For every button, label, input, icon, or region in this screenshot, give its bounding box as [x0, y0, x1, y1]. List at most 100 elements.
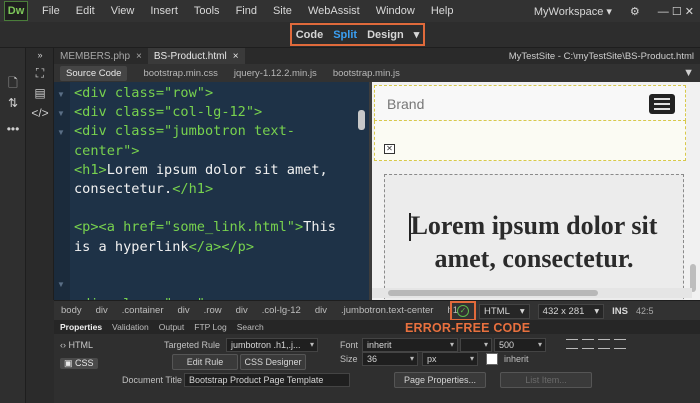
tag-crumb[interactable]: div: [171, 305, 197, 316]
tab-properties[interactable]: Properties: [60, 322, 102, 332]
window-size-select[interactable]: 432 x 281 ▾: [537, 303, 605, 319]
edit-rule-button[interactable]: Edit Rule: [172, 354, 238, 370]
hamburger-icon[interactable]: [649, 94, 675, 114]
code-line[interactable]: is a hyperlink</a></p>: [74, 238, 254, 257]
font-style-select[interactable]: [460, 338, 492, 352]
related-files-bar: Source Code bootstrap.min.css jquery-1.1…: [54, 64, 700, 82]
size-unit-select[interactable]: px: [422, 352, 478, 366]
list-item-button[interactable]: List Item...: [500, 372, 592, 388]
code-editor[interactable]: ▼ ▼ ▼ ▼ <div class="row"> <div class="col…: [54, 82, 369, 300]
navbar-preview[interactable]: Brand: [374, 85, 686, 121]
design-view[interactable]: Brand ✕ Lorem ipsum dolor sit amet, cons…: [372, 82, 700, 300]
menu-webassist[interactable]: WebAssist: [300, 5, 368, 17]
split-view-button[interactable]: Split: [333, 29, 357, 41]
close-icon[interactable]: ✕: [384, 144, 395, 154]
code-line[interactable]: <div class="row">: [74, 84, 213, 103]
menu-window[interactable]: Window: [368, 5, 423, 17]
tag-crumb[interactable]: div: [308, 305, 334, 316]
menu-site[interactable]: Site: [265, 5, 300, 17]
close-icon[interactable]: ×: [136, 51, 142, 62]
collapse-icon[interactable]: »: [30, 50, 50, 60]
menu-help[interactable]: Help: [423, 5, 462, 17]
fold-arrow-icon[interactable]: ▼: [57, 280, 65, 289]
tab-output[interactable]: Output: [159, 322, 185, 332]
tag-crumb[interactable]: body: [54, 305, 89, 316]
design-scrollbar-horizontal[interactable]: [372, 288, 692, 298]
check-icon[interactable]: ✓: [457, 305, 469, 317]
tab-label: BS-Product.html: [153, 50, 227, 62]
workspace-label[interactable]: MyWorkspace ▾: [534, 5, 612, 18]
related-file[interactable]: jquery-1.12.2.min.js: [234, 68, 317, 79]
tag-selector-bar: body div .container div .row div .col-lg…: [54, 300, 700, 321]
color-swatch[interactable]: [486, 353, 498, 365]
file-management-icon[interactable]: ▤: [30, 86, 50, 100]
tab-search[interactable]: Search: [237, 322, 264, 332]
targeted-rule-select[interactable]: jumbotron .h1,.j...: [226, 338, 318, 352]
code-line[interactable]: <p><a href="some_link.html">This: [74, 218, 336, 237]
more-icon[interactable]: •••: [3, 122, 23, 136]
brand-text[interactable]: Brand: [387, 96, 424, 112]
design-dropdown-icon[interactable]: ▾: [414, 28, 420, 41]
align-right-icon[interactable]: [598, 339, 610, 349]
menu-edit[interactable]: Edit: [68, 5, 103, 17]
css-designer-button[interactable]: CSS Designer: [240, 354, 306, 370]
filter-icon[interactable]: ▼: [683, 67, 694, 79]
fold-arrow-icon[interactable]: ▼: [57, 109, 65, 118]
tab-members[interactable]: MEMBERS.php ×: [54, 48, 148, 64]
fold-arrow-icon[interactable]: ▼: [57, 90, 65, 99]
align-center-icon[interactable]: [582, 339, 594, 349]
window-controls-icon[interactable]: — ☐ ✕: [658, 5, 694, 18]
document-type-select[interactable]: HTML ▾: [479, 303, 530, 319]
related-file[interactable]: bootstrap.min.js: [333, 68, 400, 79]
panel-toolbar: 🗋 ⇅ •••: [0, 48, 26, 403]
code-line[interactable]: <h1>Lorem ipsum dolor sit amet,: [74, 161, 328, 180]
html-mode-toggle[interactable]: ‹› HTML: [60, 340, 93, 350]
code-view-button[interactable]: Code: [296, 29, 324, 41]
jumbotron-heading[interactable]: Lorem ipsum dolor sit amet, consectetur.: [385, 209, 683, 275]
code-scrollbar[interactable]: [358, 110, 365, 130]
align-left-icon[interactable]: [566, 339, 578, 349]
error-free-code-annotation: ERROR-FREE CODE: [405, 321, 531, 335]
close-icon[interactable]: ×: [233, 51, 239, 62]
menu-tools[interactable]: Tools: [186, 5, 228, 17]
tag-crumb[interactable]: .container: [115, 305, 171, 316]
related-file[interactable]: bootstrap.min.css: [143, 68, 217, 79]
code-tag-icon[interactable]: </>: [30, 106, 50, 120]
font-weight-select[interactable]: 500: [494, 338, 546, 352]
dom-tree-icon[interactable]: ⛶: [30, 66, 50, 81]
linting-status[interactable]: ✓: [450, 301, 476, 321]
tab-ftp-log[interactable]: FTP Log: [194, 322, 226, 332]
insert-mode[interactable]: INS: [612, 306, 628, 317]
tag-crumb[interactable]: div: [229, 305, 255, 316]
tag-crumb[interactable]: .jumbotron.text-center: [334, 305, 440, 316]
code-line[interactable]: <div class="jumbotron text-: [74, 122, 295, 141]
tag-crumb[interactable]: .col-lg-12: [255, 305, 308, 316]
workspace-switcher[interactable]: MyWorkspace ▾ ⚙ — ☐ ✕: [534, 5, 694, 18]
menu-view[interactable]: View: [103, 5, 143, 17]
tab-validation[interactable]: Validation: [112, 322, 149, 332]
sort-icon[interactable]: ⇅: [3, 96, 23, 110]
design-view-button[interactable]: Design: [367, 29, 404, 41]
targeted-rule-label: Targeted Rule: [164, 340, 221, 350]
fold-arrow-icon[interactable]: ▼: [57, 128, 65, 137]
tab-bs-product[interactable]: BS-Product.html ×: [147, 48, 245, 64]
code-line[interactable]: consectetur.</h1>: [74, 180, 213, 199]
code-line[interactable]: <div class="col-lg-12">: [74, 103, 262, 122]
menu-insert[interactable]: Insert: [142, 5, 186, 17]
tag-crumb[interactable]: div: [89, 305, 115, 316]
file-icon[interactable]: 🗋: [3, 74, 23, 95]
font-select[interactable]: inherit: [362, 338, 458, 352]
document-title-input[interactable]: Bootstrap Product Page Template: [184, 373, 350, 387]
align-justify-icon[interactable]: [614, 339, 626, 349]
source-code-tab[interactable]: Source Code: [60, 65, 128, 81]
menu-file[interactable]: File: [34, 5, 68, 17]
navbar-collapse-preview[interactable]: [374, 121, 686, 161]
size-select[interactable]: 36: [362, 352, 418, 366]
css-mode-toggle[interactable]: ▣ CSS: [60, 358, 98, 369]
code-line[interactable]: center">: [74, 142, 139, 161]
tag-crumb[interactable]: .row: [197, 305, 229, 316]
page-properties-button[interactable]: Page Properties...: [394, 372, 486, 388]
sync-settings-icon[interactable]: ⚙: [630, 5, 640, 18]
jumbotron-preview[interactable]: Lorem ipsum dolor sit amet, consectetur.: [384, 174, 684, 300]
menu-find[interactable]: Find: [228, 5, 265, 17]
